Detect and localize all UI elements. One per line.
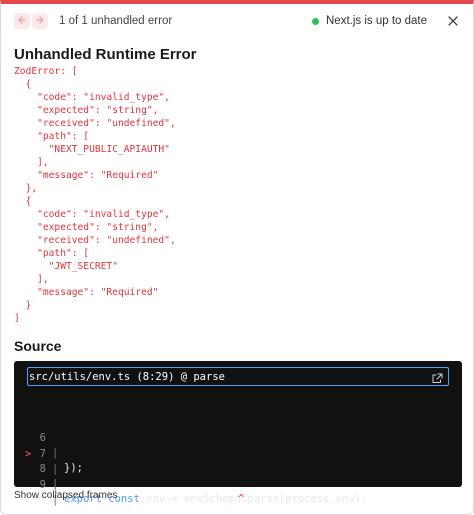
code-line: 7 | (14, 417, 462, 475)
code-line-error: > 8 | export const env = envSchema.parse… (14, 432, 462, 505)
error-line: "message": "Required" (14, 287, 159, 298)
source-heading: Source (14, 338, 62, 354)
error-line: ], (14, 157, 49, 168)
error-line: "message": "Required" (14, 170, 159, 181)
code-frame: src/utils/env.ts (8:29) @ parse 6 | }); … (14, 361, 462, 506)
error-line: "expected": "string", (14, 105, 159, 116)
code-line: 6 | }); (14, 401, 462, 474)
error-message: ZodError: [ { "code": "invalid_type", "e… (14, 65, 176, 325)
error-line: ] (14, 313, 20, 324)
error-line: "NEXT_PUBLIC_APIAUTH" (14, 144, 170, 155)
status-text: Next.js is up to date (326, 15, 427, 27)
file-location-link[interactable]: src/utils/env.ts (8:29) @ parse (27, 367, 449, 386)
dialog-header: 1 of 1 unhandled error Next.js is up to … (1, 4, 473, 42)
error-line: { (14, 79, 32, 90)
error-line: } (14, 300, 32, 311)
error-line: "code": "invalid_type", (14, 92, 170, 103)
error-count: 1 of 1 unhandled error (59, 15, 173, 27)
previous-error-button[interactable] (14, 13, 30, 29)
next-error-button[interactable] (32, 13, 48, 29)
code-line: | ^ (14, 447, 462, 505)
status-dot-icon (312, 17, 319, 25)
error-line: "JWT_SECRET" (14, 261, 118, 272)
error-overlay-dialog: 1 of 1 unhandled error Next.js is up to … (0, 0, 474, 515)
close-icon (446, 15, 460, 32)
external-link-icon[interactable] (432, 371, 443, 383)
file-location: src/utils/env.ts (8:29) @ parse (29, 371, 225, 383)
error-title: Unhandled Runtime Error (14, 46, 197, 63)
show-collapsed-frames-button[interactable]: Show collapsed frames (14, 490, 117, 501)
error-line: "expected": "string", (14, 222, 159, 233)
error-caret: ^ (238, 493, 245, 505)
close-button[interactable] (446, 14, 460, 28)
arrow-left-icon (17, 12, 27, 30)
code-text: env = envSchema.parse(process.env); (139, 493, 368, 505)
code-line: 9 | (14, 463, 462, 506)
error-line: }, (14, 183, 38, 194)
error-line: "received": "undefined", (14, 235, 176, 246)
error-line: "code": "invalid_type", (14, 209, 170, 220)
error-line: ZodError: [ (14, 66, 78, 77)
error-line: ], (14, 274, 49, 285)
error-line: { (14, 196, 32, 207)
error-line: "received": "undefined", (14, 118, 176, 129)
arrow-right-icon (35, 12, 45, 30)
error-line: "path": [ (14, 131, 90, 142)
version-status: Next.js is up to date (312, 15, 427, 27)
error-line: "path": [ (14, 248, 90, 259)
